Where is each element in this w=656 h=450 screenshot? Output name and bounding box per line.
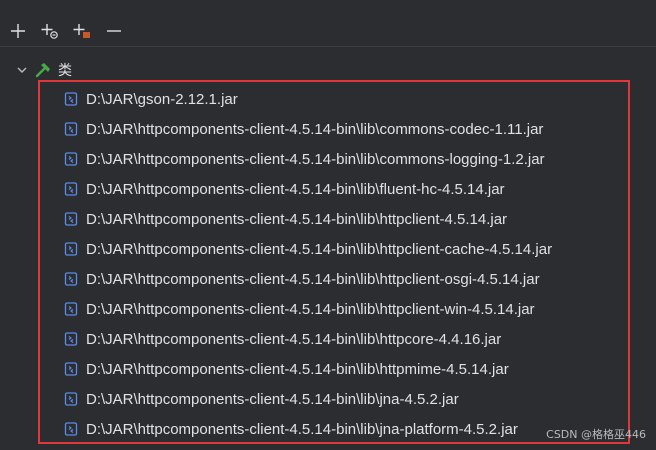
add-link-button[interactable] [38,19,62,43]
toolbar-divider [0,46,656,47]
jar-list-item[interactable]: D:\JAR\httpcomponents-client-4.5.14-bin\… [64,208,507,230]
jar-list-item[interactable]: D:\JAR\httpcomponents-client-4.5.14-bin\… [64,238,552,260]
jar-path-label: D:\JAR\httpcomponents-client-4.5.14-bin\… [86,150,545,168]
jar-path-label: D:\JAR\httpcomponents-client-4.5.14-bin\… [86,180,505,198]
add-link-icon [41,24,58,39]
toolbar [0,16,126,46]
jar-path-label: D:\JAR\httpcomponents-client-4.5.14-bin\… [86,330,502,348]
jar-list-item[interactable]: D:\JAR\httpcomponents-client-4.5.14-bin\… [64,148,545,170]
jar-file-icon [64,332,78,346]
add-module-button[interactable] [70,19,94,43]
jar-list-item[interactable]: D:\JAR\httpcomponents-client-4.5.14-bin\… [64,418,518,440]
jar-path-label: D:\JAR\httpcomponents-client-4.5.14-bin\… [86,270,540,288]
remove-button[interactable] [102,19,126,43]
jar-path-label: D:\JAR\httpcomponents-client-4.5.14-bin\… [86,420,518,438]
jar-file-icon [64,152,78,166]
jar-file-icon [64,212,78,226]
jar-path-label: D:\JAR\httpcomponents-client-4.5.14-bin\… [86,360,509,378]
jar-list-item[interactable]: D:\JAR\gson-2.12.1.jar [64,88,238,110]
jar-file-icon [64,92,78,106]
jar-file-icon [64,242,78,256]
jar-list-item[interactable]: D:\JAR\httpcomponents-client-4.5.14-bin\… [64,388,459,410]
jar-list-item[interactable]: D:\JAR\httpcomponents-client-4.5.14-bin\… [64,328,501,350]
hammer-icon [35,63,50,78]
category-node[interactable]: 类 [16,58,72,82]
remove-icon [107,30,121,32]
jar-list-item[interactable]: D:\JAR\httpcomponents-client-4.5.14-bin\… [64,118,543,140]
watermark: CSDN @格格巫446 [546,428,646,441]
jar-file-icon [64,302,78,316]
jar-path-label: D:\JAR\gson-2.12.1.jar [86,90,238,108]
jar-file-icon [64,422,78,436]
jar-file-icon [64,122,78,136]
add-button[interactable] [6,19,30,43]
jar-list-item[interactable]: D:\JAR\httpcomponents-client-4.5.14-bin\… [64,268,540,290]
jar-list-item[interactable]: D:\JAR\httpcomponents-client-4.5.14-bin\… [64,178,505,200]
jar-file-icon [64,272,78,286]
jar-path-label: D:\JAR\httpcomponents-client-4.5.14-bin\… [86,240,553,258]
jar-path-label: D:\JAR\httpcomponents-client-4.5.14-bin\… [86,300,535,318]
chevron-down-icon [17,67,27,73]
add-module-icon [73,24,90,38]
jar-list-item[interactable]: D:\JAR\httpcomponents-client-4.5.14-bin\… [64,298,535,320]
category-label: 类 [58,62,72,78]
jar-path-label: D:\JAR\httpcomponents-client-4.5.14-bin\… [86,210,508,228]
add-icon [11,24,25,38]
project-structure-panel: 类 D:\JAR\gson-2.12.1.jar D:\JAR\httpcompo… [0,0,656,450]
jar-path-label: D:\JAR\httpcomponents-client-4.5.14-bin\… [86,120,544,138]
jar-list-item[interactable]: D:\JAR\httpcomponents-client-4.5.14-bin\… [64,358,509,380]
jar-file-icon [64,182,78,196]
jar-path-label: D:\JAR\httpcomponents-client-4.5.14-bin\… [86,390,459,408]
jar-file-icon [64,392,78,406]
jar-file-icon [64,362,78,376]
